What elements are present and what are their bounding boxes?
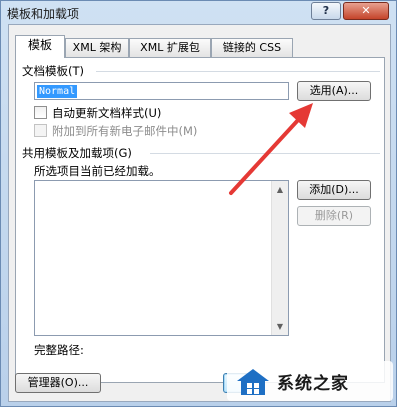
- annotation-arrow-icon: [229, 103, 313, 195]
- watermark: 系统之家: [227, 361, 393, 401]
- house-logo-icon: [237, 369, 269, 395]
- watermark-text: 系统之家: [277, 374, 349, 394]
- dialog-window: 模板和加载项 ? ✕ 模板 XML 架构 XML 扩展包 链接的 CSS 文档模…: [0, 0, 397, 407]
- tab-templates[interactable]: 模板: [15, 35, 65, 58]
